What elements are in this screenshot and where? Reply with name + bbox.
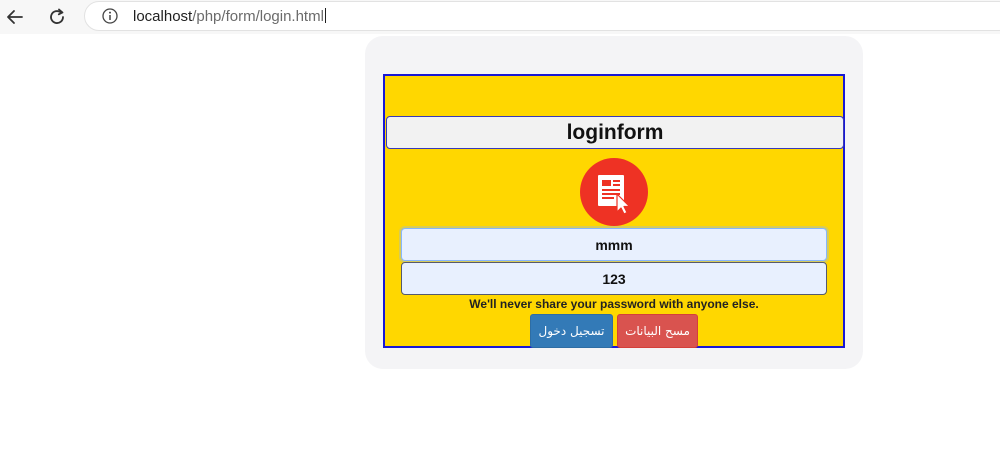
- username-input[interactable]: [401, 228, 827, 261]
- form-logo: [580, 158, 648, 226]
- page-card: loginform We'll never share your passwor…: [365, 36, 863, 369]
- url-text[interactable]: localhost/php/form/login.html: [133, 8, 326, 25]
- form-title: loginform: [386, 116, 844, 149]
- login-form: loginform We'll never share your passwor…: [383, 74, 845, 348]
- info-icon[interactable]: [102, 8, 118, 24]
- url-host: localhost: [133, 8, 193, 25]
- login-button[interactable]: تسجيل دخول: [530, 314, 613, 348]
- back-button[interactable]: [2, 4, 28, 30]
- password-help-text: We'll never share your password with any…: [469, 297, 759, 311]
- url-path: /php/form/login.html: [192, 8, 324, 25]
- form-document-cursor-icon: [598, 175, 631, 215]
- address-bar[interactable]: localhost/php/form/login.html: [84, 1, 1000, 31]
- arrow-left-icon: [7, 10, 23, 24]
- text-cursor: [324, 8, 326, 23]
- password-input[interactable]: [401, 262, 827, 295]
- reload-button[interactable]: [44, 4, 70, 30]
- clear-button[interactable]: مسح البيانات: [617, 314, 698, 348]
- browser-toolbar: localhost/php/form/login.html: [0, 0, 1000, 34]
- reload-icon: [50, 8, 64, 24]
